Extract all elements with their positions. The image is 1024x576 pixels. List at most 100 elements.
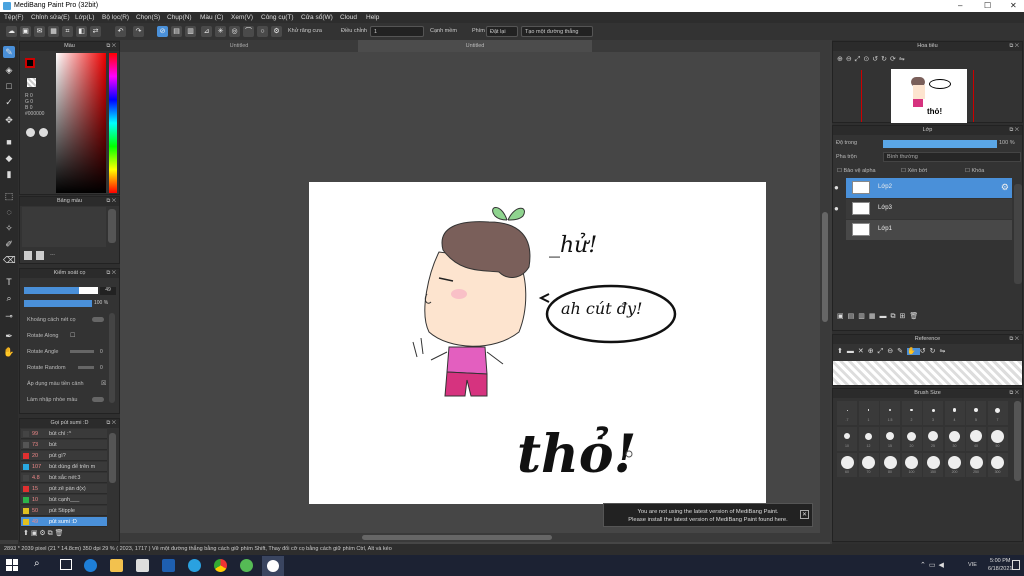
grid-icon[interactable]: ▦ [48,26,59,37]
color-wheel-icon[interactable] [26,128,35,137]
redo-icon[interactable]: ↷ [133,26,144,37]
new-layer-icon[interactable]: ▣ [837,313,848,320]
move-icon[interactable]: ✥ [3,114,15,126]
ie-icon[interactable] [188,559,201,572]
menu-help[interactable]: Help [366,14,379,21]
fill-icon[interactable]: ■ [3,136,15,148]
lasso-icon[interactable]: ◌ [3,206,15,218]
ref-zoom-in-icon[interactable]: ⊕ [868,348,878,355]
brush-list-item[interactable]: 20 pút gì? [21,451,107,461]
rotate-random-slider[interactable] [78,366,94,369]
pen-alt-icon[interactable]: ✒ [3,330,15,342]
antialias-label[interactable]: Khử răng cưa [288,28,322,34]
color-palette-icon[interactable] [39,128,48,137]
brush-list-item[interactable]: 107 bút dùng để trên m [21,462,107,472]
drawing-paper[interactable]: _hử! ah cút đy! thỏ! [309,182,766,504]
menu-layer[interactable]: Lớp(L) [75,14,94,21]
new-brush-icon[interactable]: ▣ [31,530,38,537]
menu-color[interactable]: Màu (C) [200,14,223,21]
brush-size-value[interactable]: 49 [100,287,116,295]
apply-foreground-checkbox[interactable]: ☒ [101,380,106,387]
brush-size-preset[interactable]: 150 [923,453,943,477]
flip-view-icon[interactable]: ⇋ [899,56,908,63]
tray-network-icon[interactable]: ▭ [929,562,939,569]
brush-size-preset[interactable]: 200 [944,453,965,477]
ref-rotate-right-icon[interactable]: ↻ [930,348,940,355]
blend-mode-dropdown[interactable]: Bình thường [883,152,1021,162]
brush-list-item[interactable]: 99 bút chì :^ [21,429,107,439]
menu-edit[interactable]: Chỉnh sửa(E) [31,14,70,21]
brush-size-preset[interactable]: 1 [858,401,879,425]
canvas-vertical-scrollbar[interactable] [820,52,830,542]
adjust-dropdown[interactable]: 1 [370,26,424,37]
transform-icon[interactable]: ◧ [76,26,87,37]
brush-opacity-slider[interactable] [24,300,92,307]
layer-row-2[interactable]: Lớp3 [846,199,1012,219]
ref-fit-icon[interactable]: ⤢ [878,348,888,355]
menu-file[interactable]: Tệp(F) [4,14,24,21]
delete-layer-icon[interactable]: 🗑 [909,313,922,320]
zoom-out-icon[interactable]: ⊖ [846,56,855,63]
start-icon[interactable] [6,559,18,571]
ref-folder-icon[interactable]: ▬ [847,348,858,355]
foreground-color-swatch[interactable] [25,58,35,68]
eraser-icon[interactable]: ◈ [3,64,15,76]
clock[interactable]: 5:00 PM 6/18/2021 [988,557,1012,573]
word-icon[interactable] [162,559,175,572]
update-notification[interactable]: You are not using the latest version of … [603,503,813,527]
layer-opacity-slider[interactable] [883,140,997,148]
canvas-horizontal-scrollbar[interactable] [120,533,820,542]
new-8bit-layer-icon[interactable]: ▥ [858,313,869,320]
menu-tools[interactable]: Công cụ(T) [261,14,294,21]
brush-size-preset[interactable]: 60 [837,453,857,477]
brush-size-preset[interactable]: 10 [837,427,857,451]
new-folder-icon[interactable]: ▬ [880,313,891,320]
rotate-left-icon[interactable]: ↺ [872,56,881,63]
eyedropper-icon[interactable]: ⊸ [3,310,15,322]
brush-list-item[interactable]: 49 pút sumi :D [21,517,107,527]
chat-icon[interactable]: ✉ [34,26,45,37]
select-eraser-icon[interactable]: ⌫ [3,254,16,266]
save-icon[interactable]: ▣ [20,26,31,37]
brush-size-preset[interactable]: 70 [858,453,879,477]
soft-edge-checkbox[interactable]: Cạnh mềm [430,28,457,34]
snap-off-icon[interactable]: ⊘ [157,26,168,37]
brush-size-preset[interactable]: 4 [944,401,965,425]
rotate-right-icon[interactable]: ↻ [881,56,890,63]
task-view-icon[interactable] [60,559,72,570]
layer-3-visible-icon[interactable]: ● [834,198,839,219]
ref-eyedropper-icon[interactable]: ✎ [897,348,907,355]
medibang-taskbar-item[interactable] [262,556,284,576]
hue-slider[interactable] [109,53,117,193]
layer-row-1[interactable]: Lớp2 ⚙ [846,178,1012,198]
brush-size-preset[interactable]: 3 [923,401,943,425]
brush-size-preset[interactable]: 7 [987,401,1008,425]
brush-list-item[interactable]: 73 bút [21,440,107,450]
delete-color-icon[interactable] [36,251,44,260]
color-saturation-box[interactable] [56,53,106,193]
reset-view-icon[interactable]: ⟳ [890,56,899,63]
tray-volume-icon[interactable]: ◀ [939,562,947,569]
ref-hand-icon[interactable]: ✋ [906,348,920,355]
file-explorer-icon[interactable] [110,559,123,572]
magic-wand-icon[interactable]: ✧ [3,222,15,234]
notification-close-icon[interactable]: ✕ [800,510,809,519]
brush-size-slider[interactable] [24,287,98,294]
select-icon[interactable]: ⬚ [3,190,15,202]
brush-size-preset[interactable]: 300 [987,453,1008,477]
create-line-button[interactable]: Tạo một đường thẳng [521,26,593,37]
rotate-angle-slider[interactable] [70,350,94,353]
color-table-area[interactable] [22,207,106,247]
ref-rotate-left-icon[interactable]: ↺ [920,348,930,355]
menu-view[interactable]: Xem(V) [231,14,253,21]
brush-size-preset[interactable]: 5 [966,401,986,425]
maximize-button[interactable]: ☐ [984,1,991,10]
dot-icon[interactable]: □ [3,80,15,92]
search-icon[interactable]: ⌕ [34,558,40,569]
clipping-checkbox[interactable]: ☐ Xén bớt [901,168,927,174]
document-tab-1[interactable]: Untitled [120,40,358,52]
brush-size-preset[interactable]: 50 [987,427,1008,451]
lock-checkbox[interactable]: ☐ Khóa [965,168,984,174]
menu-snap[interactable]: Chụp(N) [167,14,192,21]
snap-cross-icon[interactable]: ▥ [185,26,196,37]
